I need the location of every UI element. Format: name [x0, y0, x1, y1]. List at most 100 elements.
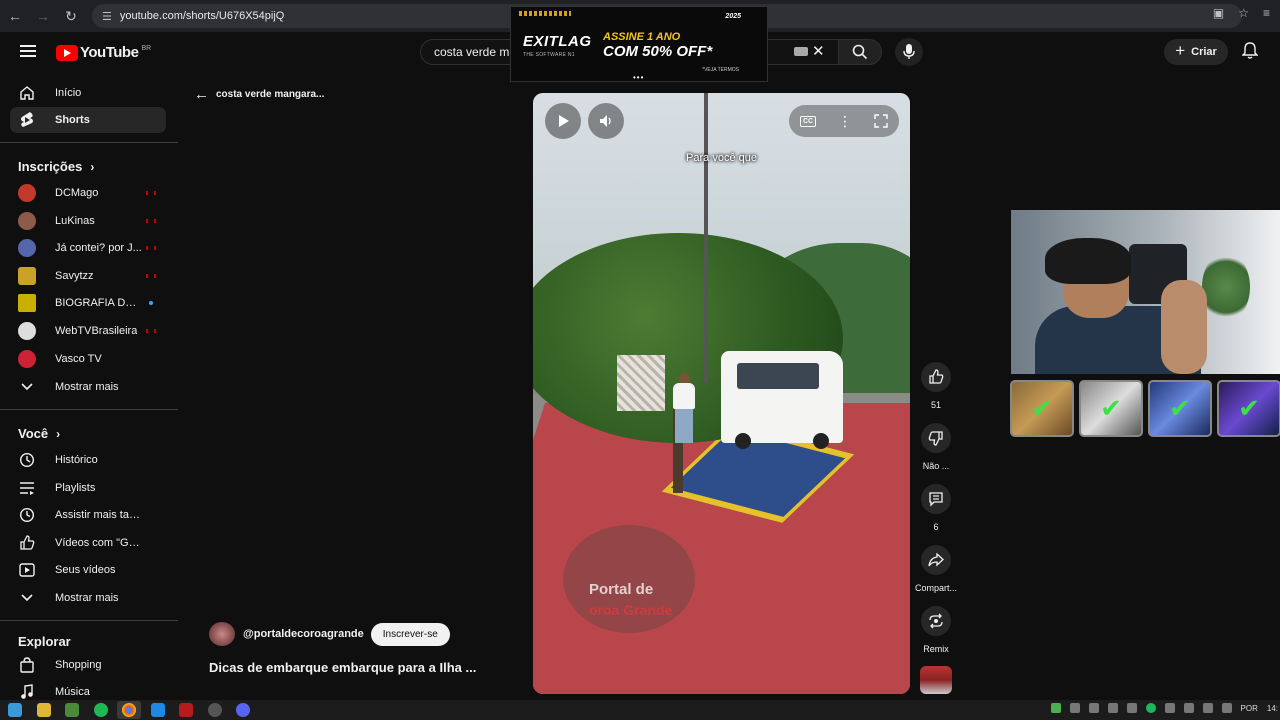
sidebar-item-label: Shopping	[55, 659, 102, 671]
notifications-bell-icon[interactable]	[1241, 42, 1259, 65]
sidebar-item-label: Vídeos com "Gostei"	[55, 537, 143, 549]
clear-search-icon[interactable]: ✕	[812, 42, 825, 60]
subscriptions-heading[interactable]: Inscrições ›	[18, 159, 94, 174]
sidebar-item-shorts[interactable]: Shorts	[10, 107, 166, 133]
back-to-search-link[interactable]: ← costa verde mangara...	[194, 86, 324, 103]
sidebar-item-label: Já contei? por J...	[55, 242, 142, 254]
sidebar-item-your-videos[interactable]: Seus vídeos	[10, 557, 166, 583]
clock[interactable]: 14:	[1267, 704, 1278, 713]
share-action[interactable]: Compart...	[912, 545, 960, 593]
show-more-subscriptions[interactable]: Mostrar mais	[10, 374, 166, 400]
sidebar-item-subscription[interactable]: DCMago	[10, 180, 166, 206]
sidebar-item-label: Vasco TV	[55, 353, 102, 365]
sidebar-item-playlists[interactable]: Playlists	[10, 475, 166, 501]
explore-title: Explorar	[18, 634, 71, 649]
dislike-action[interactable]: Não ...	[912, 423, 960, 471]
youtube-logo[interactable]: YouTube BR	[56, 44, 151, 61]
comments-action[interactable]: 6	[912, 484, 960, 532]
sidebar-item-subscription[interactable]: WebTVBrasileira	[10, 318, 166, 344]
search-button[interactable]	[838, 39, 882, 65]
volume-button[interactable]	[588, 103, 624, 139]
chrome-icon[interactable]	[122, 703, 136, 717]
remix-button[interactable]	[921, 606, 951, 636]
back-arrow-icon[interactable]: ←	[2, 3, 28, 29]
tray-icon[interactable]	[1145, 703, 1156, 713]
site-info-icon[interactable]: ☰	[102, 10, 112, 23]
sidebar-item-label: Shorts	[55, 114, 90, 126]
like-button[interactable]	[921, 362, 951, 392]
sidebar-item-inicio[interactable]: Início	[10, 80, 166, 106]
subscribe-button[interactable]: Inscrever-se	[370, 622, 450, 646]
dislike-button[interactable]	[921, 423, 951, 453]
you-heading[interactable]: Você ›	[18, 426, 60, 441]
tray-icon[interactable]	[1126, 703, 1137, 713]
like-action[interactable]: 51	[912, 362, 960, 410]
new-content-dot-icon	[149, 301, 153, 305]
channel-avatar[interactable]	[209, 622, 235, 646]
sidebar-item-history[interactable]: Histórico	[10, 447, 166, 473]
captions-icon[interactable]: CC	[799, 115, 817, 127]
channel-info: @portaldecoroagrande Inscrever-se	[209, 622, 450, 646]
spotify-icon[interactable]	[94, 703, 108, 717]
app-icon[interactable]	[65, 703, 79, 717]
show-more-you[interactable]: Mostrar mais	[10, 585, 166, 611]
volume-tray-icon[interactable]	[1221, 703, 1232, 713]
sidebar-item-liked-videos[interactable]: Vídeos com "Gostei"	[10, 530, 166, 556]
sidebar-item-label: Mostrar mais	[55, 381, 119, 393]
menu-icon[interactable]	[20, 45, 36, 57]
channel-handle[interactable]: @portaldecoroagrande	[243, 628, 364, 640]
language-indicator[interactable]: POR	[1241, 704, 1258, 713]
channel-avatar	[18, 267, 36, 285]
network-tray-icon[interactable]	[1202, 703, 1213, 713]
discord-icon[interactable]	[236, 703, 250, 717]
shopping-icon	[18, 656, 36, 674]
sidebar-item-subscription[interactable]: BIOGRAFIA DO C...	[10, 290, 166, 316]
battery-tray-icon[interactable]	[1183, 703, 1194, 713]
sidebar-item-subscription[interactable]: Vasco TV	[10, 346, 166, 372]
sidebar-item-subscription[interactable]: LuKinas	[10, 208, 166, 234]
exitlag-ad-banner[interactable]: 2025 EXITLAG THE SOFTWARE N1 ASSINE 1 AN…	[510, 6, 768, 82]
app-icon[interactable]	[179, 703, 193, 717]
windows-start-icon[interactable]	[8, 703, 22, 717]
tray-icon[interactable]	[1088, 703, 1099, 713]
sidebar: Início Shorts Inscrições › DCMago LuKina…	[0, 72, 178, 700]
fullscreen-icon[interactable]	[874, 114, 888, 128]
reading-list-icon[interactable]: ≡	[1263, 6, 1270, 20]
tray-icon[interactable]	[1069, 703, 1080, 713]
tray-icon[interactable]	[1050, 703, 1061, 713]
sidebar-item-shopping[interactable]: Shopping	[10, 652, 166, 678]
video-scene-van	[721, 351, 843, 449]
reload-icon[interactable]: ↻	[58, 3, 84, 29]
tray-icon[interactable]	[1107, 703, 1118, 713]
shorts-video-player[interactable]: Portal de oroa Grande Para você que CC ⋮	[533, 93, 910, 694]
comments-button[interactable]	[921, 484, 951, 514]
keyboard-icon[interactable]	[794, 47, 808, 56]
play-button[interactable]	[545, 103, 581, 139]
create-button[interactable]: + Criar	[1164, 39, 1228, 65]
install-app-icon[interactable]: ▣	[1213, 6, 1224, 20]
youtube-wordmark: YouTube	[80, 44, 139, 61]
share-button[interactable]	[921, 545, 951, 575]
app-icon[interactable]	[151, 703, 165, 717]
channel-avatar	[18, 294, 36, 312]
file-explorer-icon[interactable]	[37, 703, 51, 717]
microphone-tray-icon[interactable]	[1164, 703, 1175, 713]
audio-thumbnail[interactable]	[920, 666, 952, 694]
webcam-arm	[1161, 280, 1207, 374]
forward-arrow-icon[interactable]: →	[30, 3, 56, 29]
thumbs-down-icon	[928, 431, 943, 446]
remix-action[interactable]: Remix	[912, 606, 960, 654]
bookmark-star-icon[interactable]: ☆	[1238, 6, 1249, 20]
channel-avatar	[18, 350, 36, 368]
search-query: costa verde m	[434, 45, 510, 59]
sidebar-item-watch-later[interactable]: Assistir mais tarde	[10, 502, 166, 528]
sidebar-item-subscription[interactable]: Savytzz	[10, 263, 166, 289]
voice-search-button[interactable]	[895, 38, 923, 66]
app-icon[interactable]	[208, 703, 222, 717]
sidebar-item-subscription[interactable]: Já contei? por J...	[10, 235, 166, 261]
audio-source-action[interactable]	[912, 666, 960, 694]
dislike-label: Não ...	[922, 461, 950, 471]
webcam-overlay	[1011, 210, 1280, 374]
more-options-icon[interactable]: ⋮	[838, 113, 852, 130]
video-title[interactable]: Dicas de embarque embarque para a Ilha .…	[209, 660, 476, 675]
